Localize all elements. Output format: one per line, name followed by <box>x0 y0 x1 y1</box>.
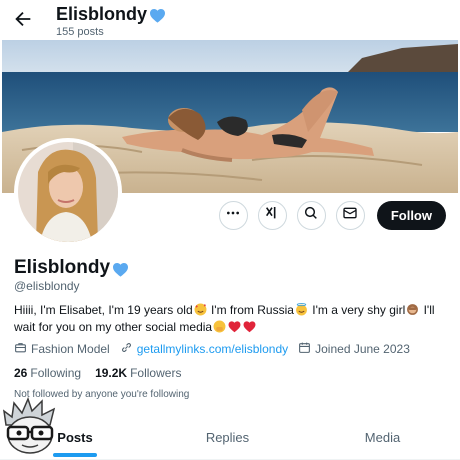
more-button[interactable] <box>218 201 248 230</box>
bio-text: I'm from Russia <box>207 303 294 317</box>
join-date-text: Joined June 2023 <box>315 342 410 356</box>
grok-button[interactable] <box>257 201 287 230</box>
hand-over-mouth-face-icon <box>213 320 226 333</box>
briefcase-icon <box>14 341 31 357</box>
followers-link[interactable]: 19.2K Followers <box>95 366 181 380</box>
follow-counts: 26 Following 19.2K Followers <box>14 366 181 380</box>
header-title-text: Elisblondy <box>56 4 148 24</box>
blue-heart-icon <box>112 261 129 277</box>
profile-handle: @elisblondy <box>14 279 80 293</box>
category-text: Fashion Model <box>31 342 110 356</box>
red-heart-icon <box>228 320 241 333</box>
website: getallmylinks.com/elisblondy <box>120 341 288 357</box>
top-bar: Elisblondy 155 posts <box>0 0 460 42</box>
profile-meta: Fashion Model getallmylinks.com/elisblon… <box>14 341 420 357</box>
category: Fashion Model <box>14 341 110 357</box>
red-heart-icon <box>243 320 256 333</box>
blue-heart-icon <box>149 7 166 23</box>
envelope-icon <box>342 205 358 226</box>
following-count: 26 <box>14 366 28 380</box>
join-date: Joined June 2023 <box>298 341 410 357</box>
link-icon <box>120 341 137 357</box>
smiling-face-with-halo-icon <box>295 303 308 316</box>
mascot-face-icon <box>0 396 60 457</box>
search-icon <box>303 205 319 226</box>
website-link[interactable]: getallmylinks.com/elisblondy <box>137 342 288 356</box>
profile-avatar[interactable] <box>14 138 122 246</box>
smiling-face-with-hearts-icon <box>194 303 207 316</box>
message-button[interactable] <box>335 201 365 230</box>
back-arrow-icon[interactable] <box>12 8 34 30</box>
tab-media[interactable]: Media <box>305 418 460 459</box>
followers-count: 19.2K <box>95 366 128 380</box>
profile-tabs: Posts Replies Media <box>0 418 460 460</box>
calendar-icon <box>298 341 315 357</box>
followers-label: Followers <box>130 366 182 380</box>
following-label: Following <box>30 366 82 380</box>
profile-actions: Follow <box>218 201 446 230</box>
see-no-evil-monkey-icon <box>406 303 419 316</box>
post-count: 155 posts <box>56 26 104 38</box>
profile-name-text: Elisblondy <box>14 257 111 278</box>
following-link[interactable]: 26 Following <box>14 366 81 380</box>
profile-name: Elisblondy <box>14 257 129 279</box>
search-button[interactable] <box>296 201 326 230</box>
follow-button[interactable]: Follow <box>376 201 446 230</box>
profile-bio: Hiiii, I'm Elisabet, I'm 19 years old I'… <box>14 302 450 336</box>
grok-icon <box>264 205 280 226</box>
bio-text: Hiiii, I'm Elisabet, I'm 19 years old <box>14 303 193 317</box>
more-dots-icon <box>225 205 241 226</box>
bio-text: I'm a very shy girl <box>308 303 406 317</box>
tab-replies[interactable]: Replies <box>150 418 305 459</box>
header-title: Elisblondy <box>56 4 166 25</box>
